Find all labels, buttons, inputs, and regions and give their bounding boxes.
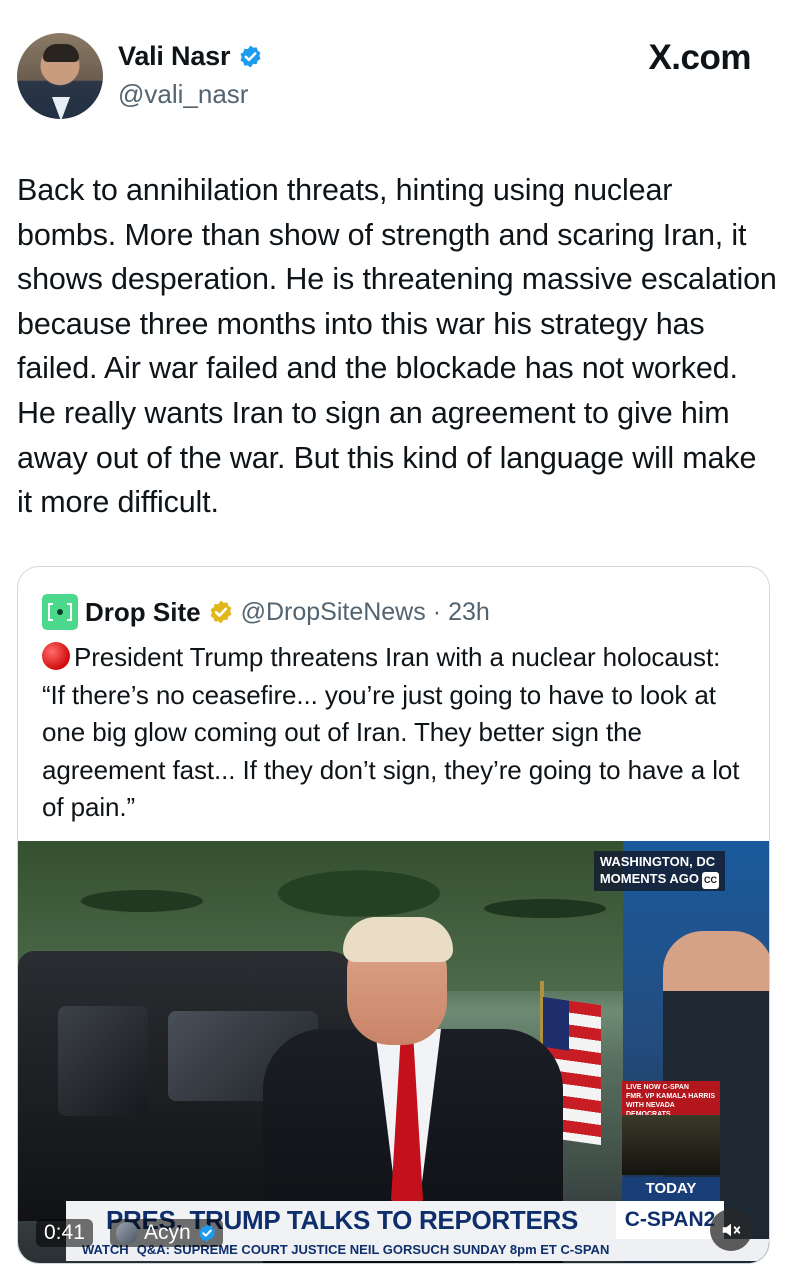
- author-avatar[interactable]: [17, 33, 103, 119]
- quoted-handle[interactable]: @DropSiteNews: [241, 598, 426, 627]
- uploader-avatar: [116, 1222, 138, 1244]
- gold-verified-badge-icon: [210, 600, 231, 624]
- cspan2-logo: C-SPAN2: [616, 1201, 724, 1239]
- author-name-row: Vali Nasr: [118, 41, 263, 72]
- video-uploader-pill[interactable]: Acyn: [110, 1219, 223, 1247]
- location-line-1: WASHINGTON, DC: [599, 854, 716, 869]
- closed-caption-icon: CC: [702, 872, 719, 889]
- avatar-shirt: [52, 97, 70, 119]
- uploader-name: Acyn: [144, 1221, 191, 1244]
- quoted-author-name[interactable]: Drop Site: [85, 597, 201, 628]
- location-line-2: MOMENTS AGO: [599, 871, 699, 886]
- verified-badge-icon: [240, 45, 261, 68]
- video-player[interactable]: WASHINGTON, DC MOMENTS AGO CC LIVE NOW C-…: [18, 841, 769, 1263]
- uploader-verified-icon: [198, 1224, 215, 1242]
- quoted-text: President Trump threatens Iran with a nu…: [42, 642, 740, 823]
- mute-button[interactable]: [710, 1209, 752, 1251]
- live-line-2: FMR. VP KAMALA HARRIS: [626, 1093, 716, 1100]
- tweet-text: Back to annihilation threats, hinting us…: [17, 173, 777, 520]
- today-label: TODAY: [622, 1177, 720, 1201]
- quoted-tweet-card[interactable]: Drop Site @DropSiteNews · 23h President …: [17, 566, 770, 1264]
- x-logo-site: X.com: [648, 38, 751, 77]
- author-handle[interactable]: @vali_nasr: [118, 79, 248, 110]
- avatar-hair: [43, 44, 79, 62]
- meta-separator: ·: [432, 597, 442, 626]
- location-caption: WASHINGTON, DC MOMENTS AGO CC: [593, 851, 725, 891]
- dropsite-logo-icon: [42, 594, 78, 630]
- quoted-text-block: President Trump threatens Iran with a nu…: [42, 639, 742, 827]
- live-thumbnail: [622, 1115, 720, 1175]
- author-name[interactable]: Vali Nasr: [118, 41, 230, 72]
- quoted-header: Drop Site @DropSiteNews · 23h: [42, 594, 490, 630]
- speaker-muted-icon: [722, 1223, 741, 1237]
- video-duration: 0:41: [36, 1219, 93, 1247]
- quoted-timestamp[interactable]: 23h: [448, 598, 490, 627]
- live-line-1: LIVE NOW C-SPAN: [626, 1084, 689, 1091]
- red-circle-emoji-icon: [42, 642, 70, 670]
